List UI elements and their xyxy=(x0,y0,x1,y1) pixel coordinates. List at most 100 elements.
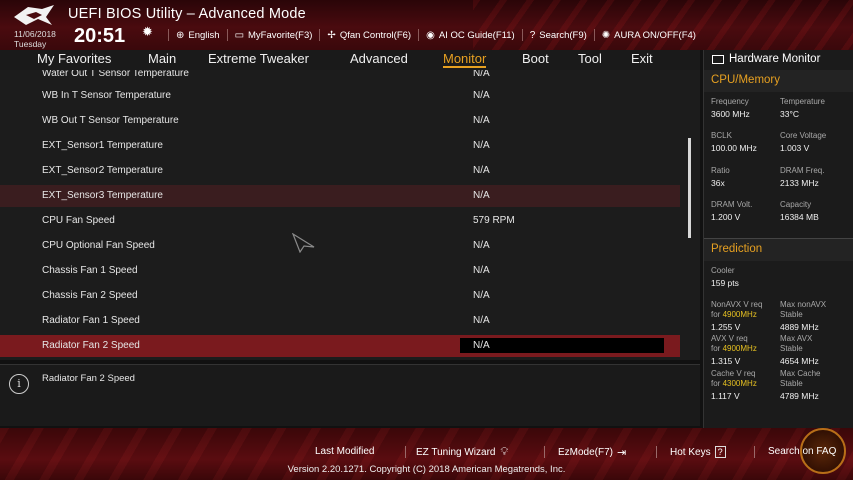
tab-advanced[interactable]: Advanced xyxy=(350,51,408,66)
item-value: N/A xyxy=(473,115,490,126)
item-value: N/A xyxy=(473,265,490,276)
tab-main[interactable]: Main xyxy=(148,51,176,66)
capacity-value: 16384 MB xyxy=(780,212,819,222)
qfan-control-label: Qfan Control(F6) xyxy=(339,29,412,41)
nonavx-vreq-label: NonAVX V req xyxy=(711,300,763,309)
dram-volt-label: DRAM Volt. xyxy=(711,200,753,209)
help-panel: i Radiator Fan 2 Speed xyxy=(0,364,700,426)
cache-for-label: for 4300MHz xyxy=(711,379,757,388)
capacity-label: Capacity xyxy=(780,200,812,209)
search-button[interactable]: ? Search(F9) xyxy=(521,29,594,41)
max-nonavx-label: Max nonAVX xyxy=(780,300,827,309)
for-text: for xyxy=(711,310,721,319)
dram-freq-value: 2133 MHz xyxy=(780,178,819,188)
info-icon: i xyxy=(9,374,29,394)
list-item[interactable]: WB In T Sensor Temperature N/A xyxy=(0,85,680,107)
list-item[interactable]: WB Out T Sensor Temperature N/A xyxy=(0,110,680,132)
core-voltage-value: 1.003 V xyxy=(780,143,810,153)
dram-volt-value: 1.200 V xyxy=(711,212,741,222)
aura-button[interactable]: ✺ AURA ON/OFF(F4) xyxy=(593,29,703,41)
hot-keys-button[interactable]: Hot Keys ? xyxy=(670,446,726,458)
item-value: N/A xyxy=(473,70,490,79)
max-avx-label: Max AVX xyxy=(780,334,813,343)
list-item[interactable]: CPU Optional Fan Speed N/A xyxy=(0,235,680,257)
monitor-list: Water Out T Sensor Temperature N/A WB In… xyxy=(0,70,700,360)
ezmode-label: EzMode(F7) xyxy=(558,447,614,458)
item-label: EXT_Sensor2 Temperature xyxy=(42,165,163,176)
globe-icon: ⊕ xyxy=(176,29,185,41)
item-label: Chassis Fan 1 Speed xyxy=(42,265,138,276)
rog-logo-icon xyxy=(14,5,54,25)
avx-vreq-value: 1.315 V xyxy=(711,356,741,366)
ai-oc-icon: ◉ xyxy=(426,29,435,41)
item-value: N/A xyxy=(473,315,490,326)
language-label: English xyxy=(188,29,220,41)
max-avx-stable-label: Stable xyxy=(780,344,803,353)
list-item[interactable]: Water Out T Sensor Temperature N/A xyxy=(0,70,680,85)
list-item[interactable]: Radiator Fan 1 Speed N/A xyxy=(0,310,680,332)
ezmode-button[interactable]: EzMode(F7) ⇥ xyxy=(558,446,626,459)
tab-monitor[interactable]: Monitor xyxy=(443,51,487,68)
avx-vreq-label: AVX V req xyxy=(711,334,748,343)
nonavx-vreq-value: 1.255 V xyxy=(711,322,741,332)
tab-boot[interactable]: Boot xyxy=(522,51,549,66)
tab-my-favorites[interactable]: My Favorites xyxy=(37,51,111,66)
hot-keys-label: Hot Keys xyxy=(670,446,711,458)
last-modified-button[interactable]: Last Modified xyxy=(315,446,374,457)
max-cache-stable-label: Stable xyxy=(780,379,803,388)
list-item[interactable]: Chassis Fan 2 Speed N/A xyxy=(0,285,680,307)
item-value: N/A xyxy=(473,240,490,251)
cache-frequency: 4300MHz xyxy=(722,379,757,388)
list-item[interactable]: CPU Fan Speed 579 RPM xyxy=(0,210,680,232)
item-label: Radiator Fan 2 Speed xyxy=(42,340,140,351)
for-text: for xyxy=(711,344,721,353)
item-label: Chassis Fan 2 Speed xyxy=(42,290,138,301)
avx-frequency: 4900MHz xyxy=(722,344,757,353)
myfavorite-label: MyFavorite(F3) xyxy=(248,29,313,41)
dram-freq-label: DRAM Freq. xyxy=(780,166,825,175)
tab-exit[interactable]: Exit xyxy=(631,51,653,66)
hardware-monitor-label: Hardware Monitor xyxy=(729,53,821,65)
ai-oc-guide-button[interactable]: ◉ AI OC Guide(F11) xyxy=(418,29,522,41)
list-item[interactable]: Chassis Fan 1 Speed N/A xyxy=(0,260,680,282)
last-modified-label: Last Modified xyxy=(315,446,375,457)
for-text: for xyxy=(711,379,721,388)
tab-extreme-tweaker[interactable]: Extreme Tweaker xyxy=(208,51,309,66)
day-value: Tuesday xyxy=(14,39,47,49)
ratio-label: Ratio xyxy=(711,166,730,175)
divider xyxy=(544,446,545,458)
tab-tool[interactable]: Tool xyxy=(578,51,602,66)
nonavx-frequency: 4900MHz xyxy=(722,310,757,319)
list-item[interactable]: EXT_Sensor2 Temperature N/A xyxy=(0,160,680,182)
search-label: Search(F9) xyxy=(539,29,587,41)
list-item[interactable]: EXT_Sensor1 Temperature N/A xyxy=(0,135,680,157)
list-item[interactable]: EXT_Sensor3 Temperature N/A xyxy=(0,185,680,207)
clock-display: 20:51 xyxy=(74,25,126,47)
cpu-memory-title: CPU/Memory xyxy=(711,74,781,86)
divider xyxy=(656,446,657,458)
prediction-title: Prediction xyxy=(711,243,763,255)
help-text: Radiator Fan 2 Speed xyxy=(42,373,135,384)
value-box xyxy=(460,338,664,353)
item-label: WB In T Sensor Temperature xyxy=(42,90,171,101)
gear-icon[interactable]: ✹ xyxy=(142,24,153,40)
frequency-value: 3600 MHz xyxy=(711,109,750,119)
ratio-value: 36x xyxy=(711,178,725,188)
search-faq-label: Search on FAQ xyxy=(768,446,837,457)
search-faq-button[interactable]: Search on FAQ xyxy=(768,446,836,457)
scrollbar[interactable] xyxy=(688,138,691,238)
aura-label: AURA ON/OFF(F4) xyxy=(614,29,696,41)
max-nonavx-stable-label: Stable xyxy=(780,310,803,319)
myfavorite-button[interactable]: ▭ MyFavorite(F3) xyxy=(226,29,320,41)
bclk-label: BCLK xyxy=(711,131,732,140)
bclk-value: 100.00 MHz xyxy=(711,143,757,153)
max-nonavx-value: 4889 MHz xyxy=(780,322,819,332)
cache-vreq-value: 1.117 V xyxy=(711,391,740,401)
qfan-control-button[interactable]: ✢ Qfan Control(F6) xyxy=(319,29,418,41)
language-button[interactable]: ⊕ English xyxy=(168,29,227,41)
item-label: Water Out T Sensor Temperature xyxy=(42,70,189,79)
list-item-selected[interactable]: Radiator Fan 2 Speed N/A xyxy=(0,335,680,357)
ez-tuning-wizard-button[interactable]: EZ Tuning Wizard 💡︎ xyxy=(416,446,508,459)
avx-for-label: for 4900MHz xyxy=(711,344,757,353)
divider xyxy=(405,446,406,458)
